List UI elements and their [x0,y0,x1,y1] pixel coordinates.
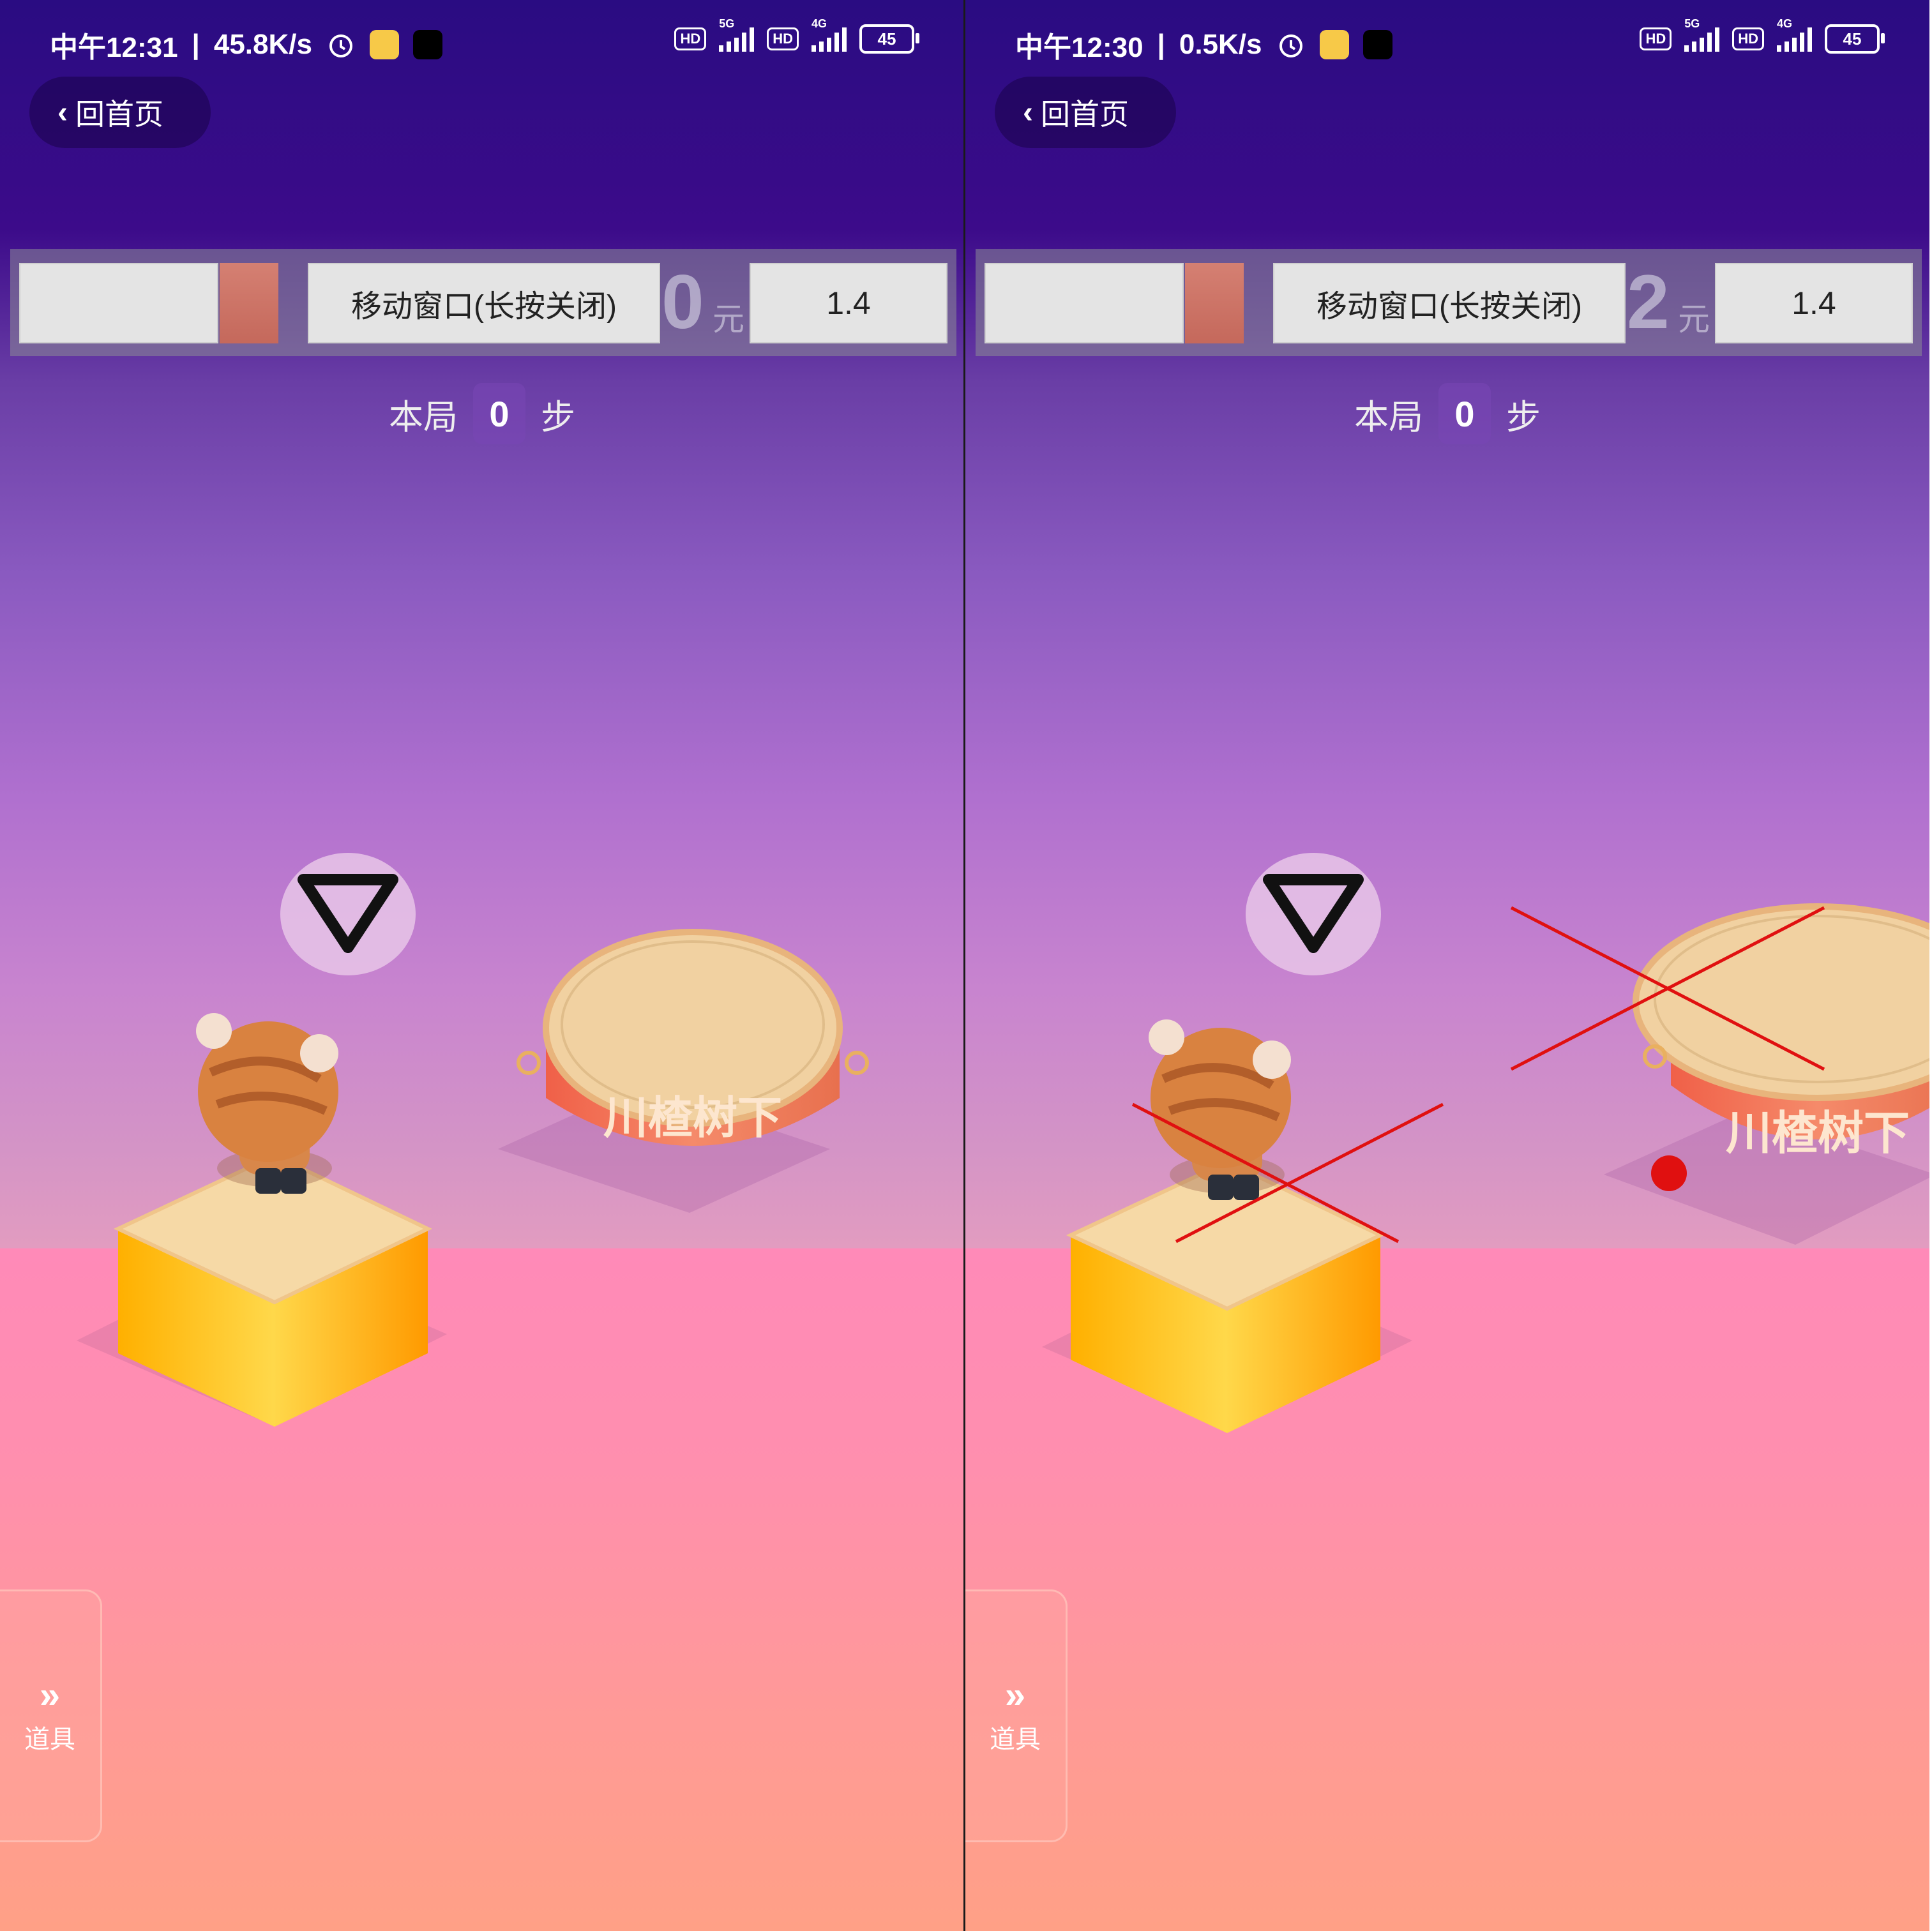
down-triangle-icon[interactable] [1246,853,1381,975]
drum-label: 川楂树下 [603,1091,782,1144]
start-platform[interactable] [1066,1159,1385,1433]
tiger-character[interactable] [1149,1019,1291,1200]
double-chevron-right-icon: » [39,1674,61,1716]
tools-tab-button[interactable]: » 道具 [0,1589,102,1842]
tools-label: 道具 [24,1725,75,1754]
drum-target-platform[interactable]: 川楂树下 [517,929,869,1146]
start-platform[interactable] [113,1153,432,1427]
tools-tab-button[interactable]: » 道具 [965,1589,1068,1842]
down-triangle-icon[interactable] [280,853,416,975]
annotation-target-dot [1651,1155,1687,1191]
tools-label: 道具 [990,1725,1041,1754]
tiger-character[interactable] [196,1013,338,1194]
left-screenshot-panel: 中午12:31 | 45.8K/s HD 5G HD 4G 45 ‹ 回首页 0… [0,0,964,1931]
right-screenshot-panel: 中午12:30 | 0.5K/s HD 5G HD 4G 45 ‹ 回首页 2 … [965,0,1929,1931]
drum-target-platform[interactable]: 川楂树下 [1633,903,1929,1160]
game-scene[interactable]: 川楂树下 [965,0,1929,1931]
game-scene[interactable]: 川楂树下 [0,0,964,1931]
double-chevron-right-icon: » [1004,1674,1026,1716]
drum-label: 川楂树下 [1726,1106,1910,1160]
